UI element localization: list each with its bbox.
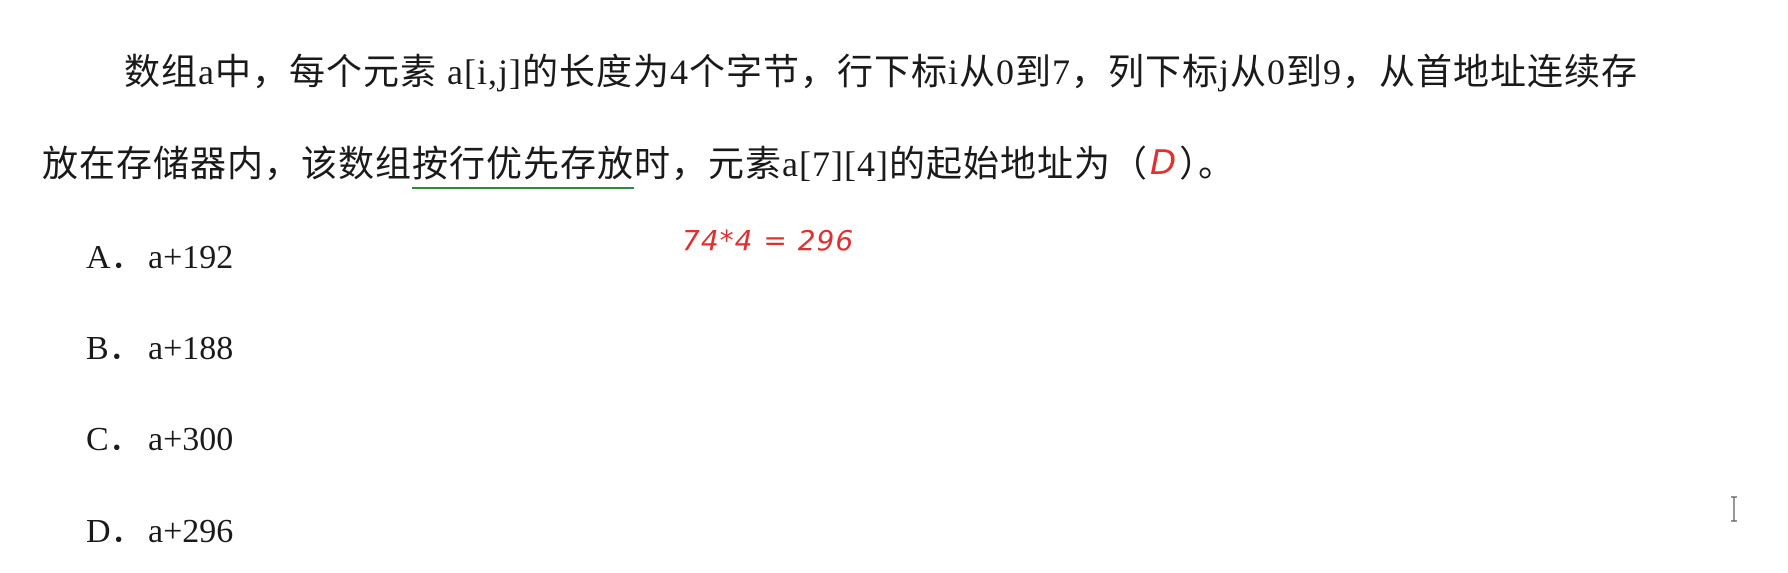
- option-c-letter: C．: [86, 421, 143, 458]
- question-text-line-2-middle: 时，元素a[7][4]的起始地址为（: [634, 144, 1148, 184]
- option-a-text: a+192: [148, 239, 234, 276]
- question-text-line-1: 数组a中，每个元素 a[i,j]的长度为4个字节，行下标i从0到7，列下标j从0…: [124, 52, 1638, 92]
- underlined-phrase: 按行优先存放: [412, 144, 635, 189]
- question-text-line-2-start: 放在存储器内，该数组: [42, 144, 413, 184]
- option-a-letter: A．: [86, 239, 145, 276]
- option-c: C． a+300: [86, 420, 233, 460]
- option-b-text: a+188: [148, 330, 234, 367]
- option-c-text: a+300: [148, 421, 234, 458]
- text-cursor-icon: [1730, 496, 1738, 522]
- question-text-line-2-end: ）。: [1179, 144, 1236, 184]
- option-b-letter: B．: [86, 330, 143, 367]
- handwritten-calculation: 74*4 = 296: [682, 224, 855, 257]
- question-line-1: 数组a中，每个元素 a[i,j]的长度为4个字节，行下标i从0到7，列下标j从0…: [124, 50, 1638, 94]
- question-line-2: 放在存储器内，该数组按行优先存放时，元素a[7][4]的起始地址为（D）。: [42, 142, 1236, 189]
- option-d: D． a+296: [86, 512, 233, 552]
- option-d-text: a+296: [148, 513, 234, 550]
- option-d-letter: D．: [86, 513, 145, 550]
- option-b: B． a+188: [86, 329, 233, 369]
- option-a: A． a+192: [86, 238, 233, 278]
- handwritten-answer: D: [1149, 143, 1178, 183]
